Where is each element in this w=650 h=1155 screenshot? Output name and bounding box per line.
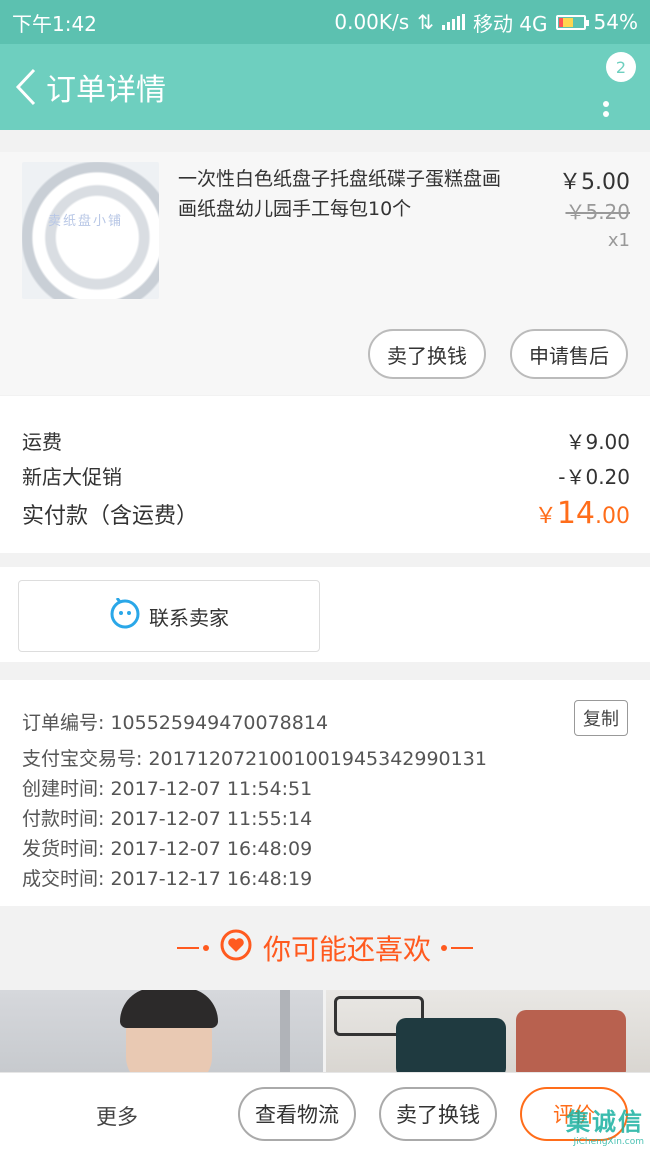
heart-icon bbox=[219, 928, 253, 969]
product-quantity: x1 bbox=[607, 230, 630, 251]
order-info: 订单编号: 105525949470078814 复制 支付宝交易号: 2017… bbox=[0, 680, 650, 906]
status-bar: 下午1:42 0.00K/s ⇅ 移动 4G 54% bbox=[0, 0, 650, 44]
status-time: 下午1:42 bbox=[12, 11, 97, 36]
promo-label: 新店大促销 bbox=[22, 465, 122, 489]
more-button[interactable]: 更多 bbox=[96, 1101, 138, 1131]
recommend-item-image[interactable] bbox=[0, 990, 323, 1072]
shipping-row: 运费 ￥9.00 bbox=[22, 426, 630, 455]
header-bar: 订单详情 2 bbox=[0, 44, 650, 130]
page-title: 订单详情 bbox=[46, 73, 166, 108]
product-card[interactable]: 卖纸盘小铺 一次性白色纸盘子托盘纸碟子蛋糕盘画画纸盘幼儿园手工每包10个 ￥5.… bbox=[0, 152, 650, 395]
watermark-url: JiChengXin.com bbox=[573, 1137, 644, 1147]
created-time: 创建时间: 2017-12-07 11:54:51 bbox=[22, 778, 313, 800]
image-watermark: 卖纸盘小铺 bbox=[48, 214, 124, 229]
recommend-header: 你可能还喜欢 bbox=[0, 906, 650, 990]
contact-section: 联系卖家 bbox=[0, 567, 650, 662]
chat-bubble-icon bbox=[109, 596, 141, 635]
message-badge[interactable]: 2 bbox=[606, 52, 636, 82]
network-speed: 0.00K/s bbox=[334, 10, 410, 34]
resell-bottom-button[interactable]: 卖了换钱 bbox=[379, 1087, 497, 1141]
total-label: 实付款（含运费） bbox=[22, 504, 199, 529]
promo-value: -￥0.20 bbox=[558, 465, 630, 489]
carrier: 移动 4G bbox=[472, 11, 548, 36]
after-sale-button[interactable]: 申请售后 bbox=[510, 329, 628, 379]
total-row: 实付款（含运费） ￥14.00 bbox=[22, 496, 630, 531]
copy-button[interactable]: 复制 bbox=[574, 700, 628, 736]
fee-summary: 运费 ￥9.00 新店大促销 -￥0.20 实付款（含运费） ￥14.00 bbox=[0, 396, 650, 553]
total-value: ￥14.00 bbox=[535, 496, 630, 531]
product-price: ￥5.00 bbox=[559, 170, 630, 195]
contact-seller-label: 联系卖家 bbox=[149, 605, 229, 630]
status-right: 0.00K/s ⇅ 移动 4G 54% bbox=[334, 8, 638, 37]
recommend-title: 你可能还喜欢 bbox=[262, 933, 431, 966]
view-logistics-button[interactable]: 查看物流 bbox=[238, 1087, 356, 1141]
promo-row: 新店大促销 -￥0.20 bbox=[22, 461, 630, 490]
right-decor bbox=[441, 945, 473, 951]
shipping-value: ￥9.00 bbox=[565, 430, 630, 454]
alipay-trade-number: 支付宝交易号: 2017120721001001945342990131 bbox=[22, 748, 487, 770]
product-original-price: ￥5.20 bbox=[565, 200, 630, 224]
recommend-item-image[interactable] bbox=[326, 990, 650, 1072]
back-icon[interactable] bbox=[6, 44, 46, 130]
product-name[interactable]: 一次性白色纸盘子托盘纸碟子蛋糕盘画画纸盘幼儿园手工每包10个 bbox=[178, 164, 518, 224]
completed-time: 成交时间: 2017-12-17 16:48:19 bbox=[22, 868, 313, 890]
total-decimal: .00 bbox=[595, 504, 630, 529]
recommend-grid bbox=[0, 990, 650, 1072]
shipped-time: 发货时间: 2017-12-07 16:48:09 bbox=[22, 838, 313, 860]
data-arrows-icon: ⇅ bbox=[417, 10, 434, 34]
site-watermark: 集诚信 JiChengXin.com bbox=[534, 1091, 644, 1147]
left-decor bbox=[176, 945, 209, 951]
bottom-action-bar: 更多 查看物流 卖了换钱 评价 集诚信 JiChengXin.com bbox=[0, 1072, 650, 1155]
watermark-logo: 集诚信 bbox=[566, 1108, 644, 1136]
signal-icon bbox=[441, 14, 465, 30]
battery-level: 54% bbox=[593, 10, 638, 34]
order-number: 订单编号: 105525949470078814 bbox=[22, 712, 329, 734]
resell-button[interactable]: 卖了换钱 bbox=[368, 329, 486, 379]
product-image[interactable]: 卖纸盘小铺 bbox=[22, 162, 159, 299]
total-currency: ￥ bbox=[534, 504, 557, 529]
total-integer: 14 bbox=[556, 496, 595, 531]
battery-icon bbox=[555, 14, 589, 30]
shipping-label: 运费 bbox=[22, 430, 62, 454]
paid-time: 付款时间: 2017-12-07 11:55:14 bbox=[22, 808, 313, 830]
contact-seller-button[interactable]: 联系卖家 bbox=[18, 580, 320, 652]
